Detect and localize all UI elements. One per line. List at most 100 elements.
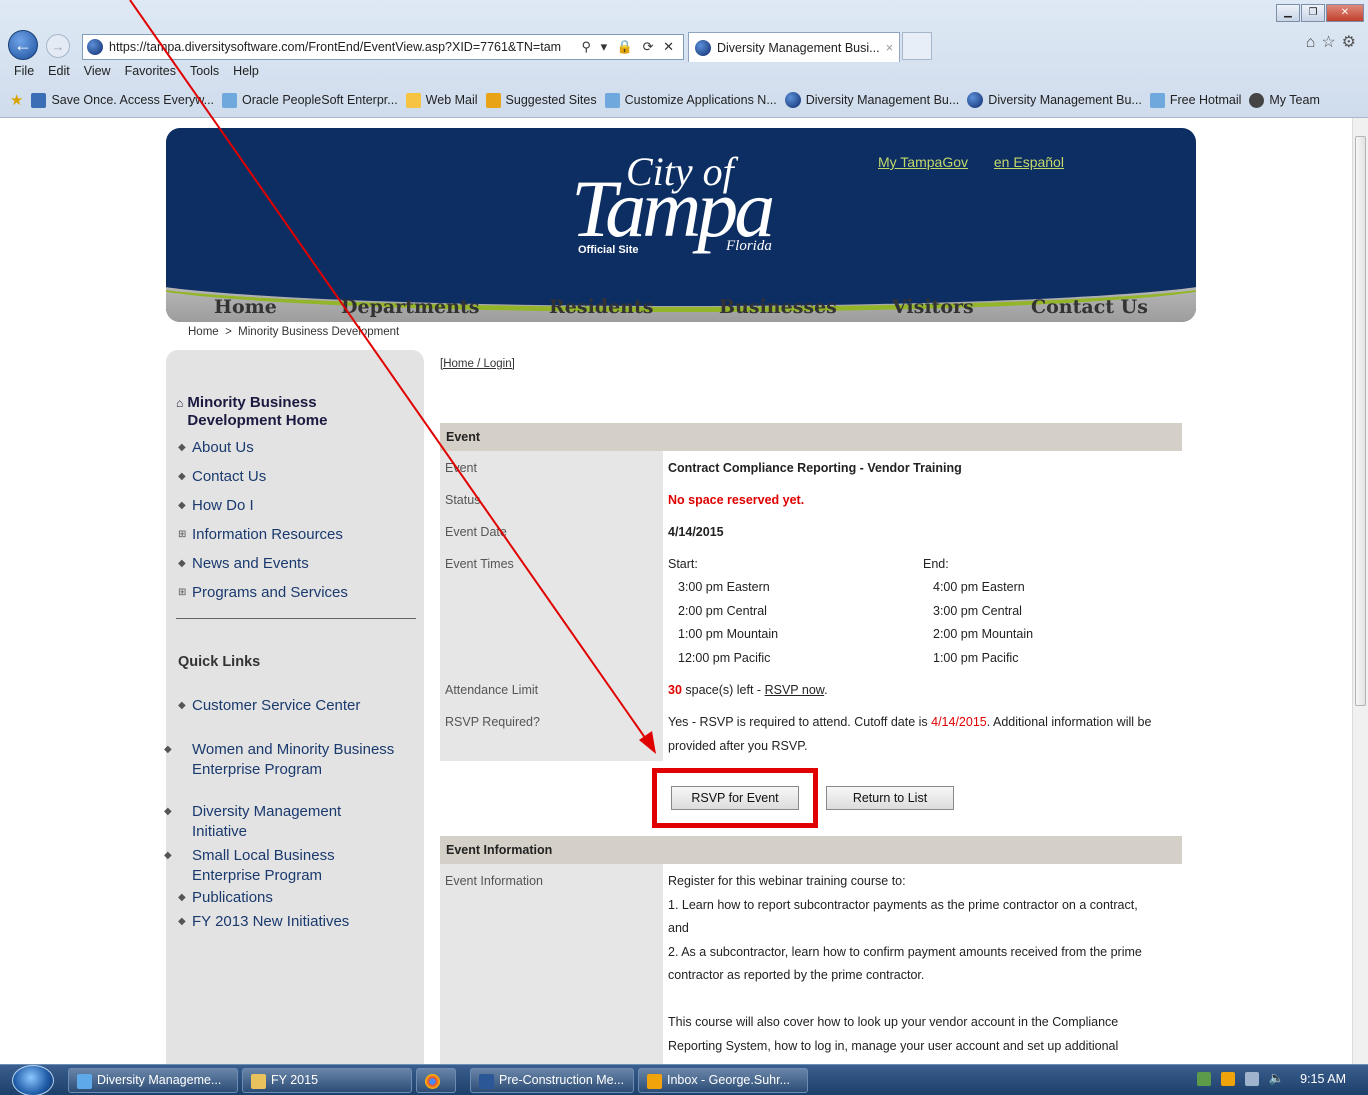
close-window-button[interactable]: ✕ bbox=[1326, 4, 1364, 22]
rsvp-required-line-2: provided after you RSVP. bbox=[668, 739, 808, 753]
start-time-pacific: 12:00 pm Pacific bbox=[678, 651, 771, 665]
tab-close-icon[interactable]: × bbox=[886, 41, 893, 55]
start-button[interactable] bbox=[12, 1065, 54, 1095]
favorite-link[interactable]: Customize Applications N... bbox=[604, 92, 777, 108]
sidebar-item-about-us[interactable]: ◆ About Us bbox=[178, 438, 254, 458]
favorite-link[interactable]: Web Mail bbox=[405, 92, 478, 108]
my-tampagov-link[interactable]: My TampaGov bbox=[878, 154, 968, 170]
page-viewport: City of Tampa Official Site Florida My T… bbox=[0, 118, 1352, 1064]
nav-visitors[interactable]: Visitors bbox=[892, 296, 974, 318]
outlook-icon bbox=[647, 1074, 662, 1089]
forward-button[interactable]: → bbox=[46, 34, 70, 58]
end-time-central: 3:00 pm Central bbox=[933, 604, 1022, 618]
start-time-eastern: 3:00 pm Eastern bbox=[678, 580, 770, 594]
taskbar-item-word[interactable]: Pre-Construction Me... bbox=[470, 1068, 634, 1093]
nav-businesses[interactable]: Businesses bbox=[719, 296, 837, 318]
favorites-bar: ★ Save Once. Access Everyw... Oracle Peo… bbox=[0, 89, 1368, 111]
address-bar[interactable]: https://tampa.diversitysoftware.com/Fron… bbox=[82, 34, 684, 60]
outlook-tray-icon[interactable] bbox=[1220, 1071, 1235, 1086]
favorite-link[interactable]: Diversity Management Bu... bbox=[784, 92, 959, 108]
network-share-icon[interactable] bbox=[1196, 1071, 1211, 1086]
menu-favorites[interactable]: Favorites bbox=[125, 64, 176, 82]
team-icon bbox=[1249, 92, 1265, 108]
favorites-star-icon[interactable]: ★ bbox=[10, 91, 23, 109]
favorite-link[interactable]: Suggested Sites bbox=[485, 92, 597, 108]
sidebar-item-information-resources[interactable]: ⊞ Information Resources bbox=[178, 525, 343, 545]
address-actions-icons[interactable]: ⚲ ▾ 🔒 ⟳ ✕ bbox=[582, 39, 683, 55]
vertical-scrollbar[interactable] bbox=[1352, 118, 1368, 1064]
expand-plus-icon[interactable]: ⊞ bbox=[178, 583, 192, 603]
maximize-button[interactable]: ❐ bbox=[1301, 4, 1325, 22]
info-line: This course will also cover how to look … bbox=[668, 1015, 1119, 1029]
favorite-link[interactable]: Oracle PeopleSoft Enterpr... bbox=[222, 92, 398, 108]
favorite-link[interactable]: My Team bbox=[1249, 92, 1320, 108]
expand-plus-icon[interactable]: ⊞ bbox=[178, 525, 192, 545]
info-line: and bbox=[668, 921, 689, 935]
nav-departments[interactable]: Departments bbox=[341, 296, 479, 318]
quick-link-diversity-initiative[interactable]: ◆ Diversity Management Initiative bbox=[164, 802, 398, 842]
taskbar-item-chrome[interactable] bbox=[416, 1068, 456, 1093]
sidebar: ⌂ Minority Business Development Home ◆ Ab… bbox=[164, 350, 424, 1064]
breadcrumb[interactable]: Home > Minority Business Development bbox=[188, 326, 399, 338]
logo-official-site: Official Site bbox=[578, 244, 639, 256]
site-globe-icon bbox=[87, 39, 103, 55]
bullet-icon: ◆ bbox=[178, 500, 186, 511]
info-line: 1. Learn how to report subcontractor pay… bbox=[668, 898, 1138, 912]
info-line: 2. As a subcontractor, learn how to conf… bbox=[668, 945, 1142, 959]
address-url[interactable]: https://tampa.diversitysoftware.com/Fron… bbox=[109, 40, 579, 54]
globe-icon bbox=[967, 92, 984, 108]
quick-link-customer-service[interactable]: ◆ Customer Service Center bbox=[178, 696, 360, 716]
menu-help[interactable]: Help bbox=[233, 64, 259, 82]
menu-edit[interactable]: Edit bbox=[48, 64, 70, 82]
nav-contact-us[interactable]: Contact Us bbox=[1031, 296, 1148, 318]
quick-link-publications[interactable]: ◆ Publications bbox=[178, 888, 273, 908]
favorite-link[interactable]: Save Once. Access Everyw... bbox=[31, 92, 214, 108]
menu-bar: File Edit View Favorites Tools Help bbox=[0, 64, 259, 82]
network-icon[interactable] bbox=[1244, 1071, 1259, 1086]
bullet-icon: ◆ bbox=[178, 442, 186, 453]
attendance-value: 30 space(s) left - RSVP now. bbox=[668, 683, 828, 697]
menu-view[interactable]: View bbox=[84, 64, 111, 82]
sidebar-item-how-do-i[interactable]: ◆ How Do I bbox=[178, 496, 254, 516]
favorite-link[interactable]: Free Hotmail bbox=[1149, 92, 1241, 108]
sidebar-home-link[interactable]: ⌂ Minority Business Development Home bbox=[176, 394, 377, 430]
ie-page-icon bbox=[1149, 92, 1165, 108]
scrollbar-thumb[interactable] bbox=[1355, 136, 1366, 706]
start-time-central: 2:00 pm Central bbox=[678, 604, 767, 618]
sidebar-item-programs-services[interactable]: ⊞ Programs and Services bbox=[178, 583, 348, 603]
menu-tools[interactable]: Tools bbox=[190, 64, 219, 82]
sidebar-item-contact-us[interactable]: ◆ Contact Us bbox=[178, 467, 266, 487]
home-login-link[interactable]: [Home / Login] bbox=[440, 358, 515, 370]
ie-page-icon bbox=[604, 92, 620, 108]
event-times-label: Event Times bbox=[445, 557, 514, 571]
return-to-list-button[interactable]: Return to List bbox=[826, 786, 954, 810]
espanol-link[interactable]: en Español bbox=[994, 154, 1064, 170]
quick-link-slbe[interactable]: ◆ Small Local Business Enterprise Program bbox=[164, 846, 398, 886]
sidebar-item-news-events[interactable]: ◆ News and Events bbox=[178, 554, 309, 574]
new-tab-button[interactable] bbox=[902, 32, 932, 60]
taskbar-item-folder[interactable]: FY 2015 bbox=[242, 1068, 412, 1093]
quick-link-fy2013[interactable]: ◆ FY 2013 New Initiatives bbox=[178, 912, 349, 932]
start-time-mountain: 1:00 pm Mountain bbox=[678, 627, 779, 641]
quick-link-wmbe[interactable]: ◆ Women and Minority Business Enterprise … bbox=[164, 740, 398, 780]
navigation-row: ← → https://tampa.diversitysoftware.com/… bbox=[0, 30, 1368, 62]
minimize-button[interactable]: ▁ bbox=[1276, 4, 1300, 22]
logo-florida: Florida bbox=[726, 238, 772, 254]
volume-icon[interactable]: 🔈 bbox=[1269, 1071, 1285, 1086]
status-value: No space reserved yet. bbox=[668, 493, 805, 507]
nav-residents[interactable]: Residents bbox=[549, 296, 653, 318]
top-links: My TampaGov en Español bbox=[878, 154, 1086, 170]
menu-file[interactable]: File bbox=[14, 64, 34, 82]
sidebar-divider bbox=[176, 618, 416, 619]
clock[interactable]: 9:15 AM bbox=[1300, 1072, 1346, 1086]
bookmark-icon bbox=[31, 92, 47, 108]
taskbar-item-ie[interactable]: Diversity Manageme... bbox=[68, 1068, 238, 1093]
browser-tab-active[interactable]: Diversity Management Busi... × bbox=[688, 32, 900, 62]
nav-home[interactable]: Home bbox=[214, 296, 277, 318]
back-button[interactable]: ← bbox=[8, 30, 38, 60]
tab-globe-icon bbox=[695, 39, 711, 56]
taskbar-item-outlook[interactable]: Inbox - George.Suhr... bbox=[638, 1068, 808, 1093]
rsvp-now-link[interactable]: RSVP now bbox=[765, 683, 825, 697]
favorite-link[interactable]: Diversity Management Bu... bbox=[967, 92, 1142, 108]
rsvp-highlight-box bbox=[652, 768, 818, 828]
